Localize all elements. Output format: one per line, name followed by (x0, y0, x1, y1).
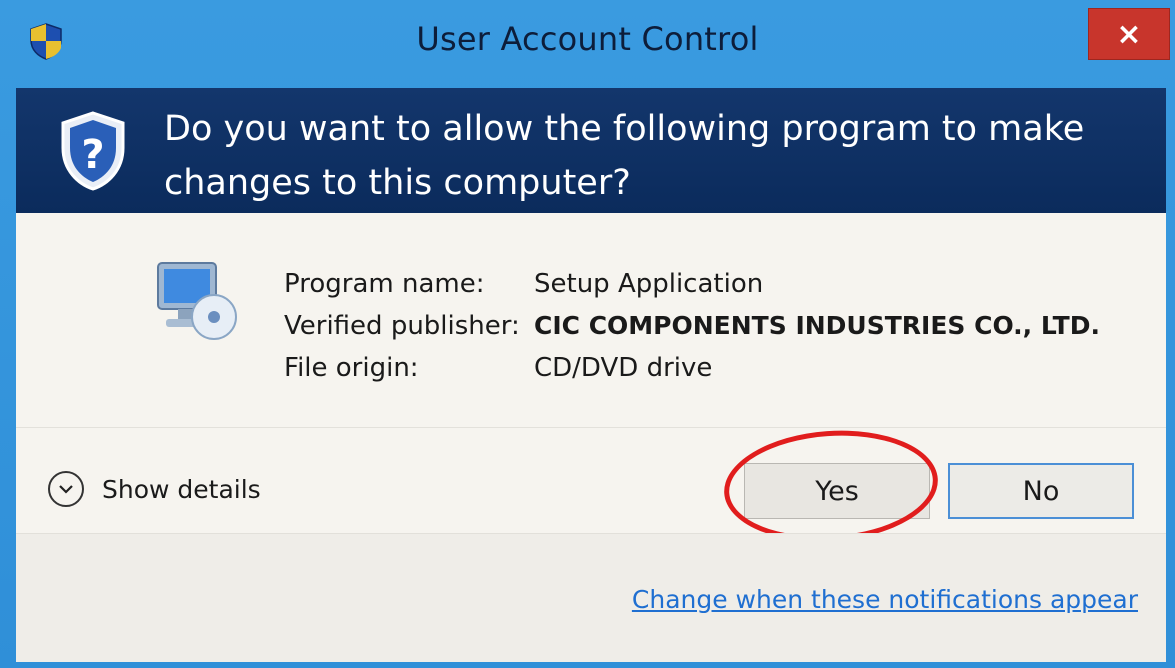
title-bar: User Account Control × (0, 0, 1175, 88)
change-notifications-link[interactable]: Change when these notifications appear (632, 585, 1138, 614)
program-name-value: Setup Application (534, 269, 764, 299)
publisher-label: Verified publisher: (284, 311, 520, 341)
monitor-cd-icon (152, 257, 242, 347)
no-button[interactable]: No (948, 463, 1134, 519)
close-button[interactable]: × (1088, 8, 1170, 60)
uac-question: Do you want to allow the following progr… (164, 109, 1085, 203)
show-details-label: Show details (102, 474, 261, 504)
close-icon: × (1116, 16, 1142, 52)
shield-question-icon: ? (58, 110, 128, 192)
file-origin-label: File origin: (284, 353, 419, 383)
chevron-down-icon (48, 471, 84, 507)
svg-text:?: ? (81, 132, 104, 178)
highlight-circle-annotation (720, 423, 942, 549)
window-frame: User Account Control × ? Do you want to … (0, 0, 1175, 668)
publisher-value: CIC COMPONENTS INDUSTRIES CO., LTD. (534, 311, 1100, 340)
uac-body: Program name: Setup Application Verified… (16, 213, 1166, 662)
file-origin-value: CD/DVD drive (534, 353, 713, 383)
program-name-label: Program name: (284, 269, 485, 299)
uac-header: ? Do you want to allow the following pro… (16, 88, 1166, 213)
show-details-toggle[interactable]: Show details (48, 471, 261, 507)
divider (16, 427, 1166, 428)
window-title: User Account Control (416, 20, 759, 58)
